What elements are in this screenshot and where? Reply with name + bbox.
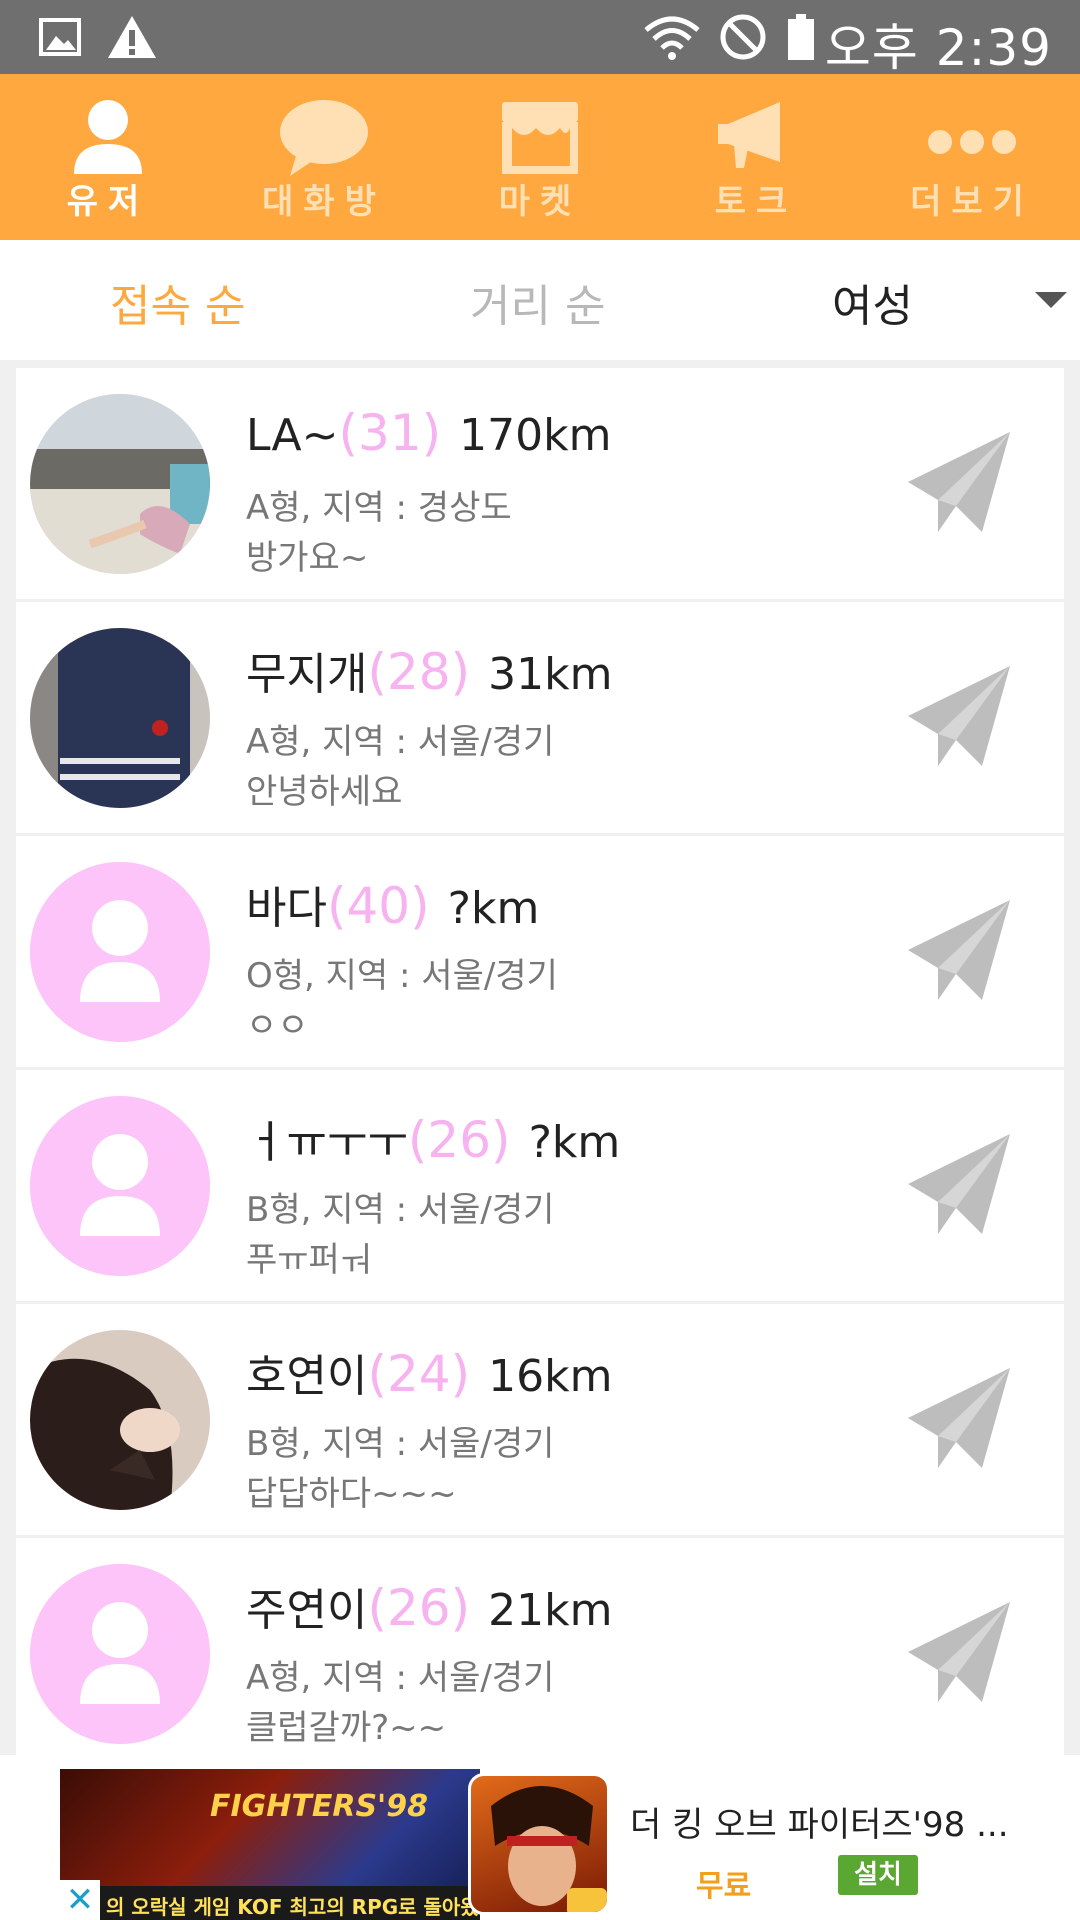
ad-caption: 의 오락실 게임 KOF 최고의 RPG로 돌아왔다 bbox=[60, 1886, 480, 1920]
user-info: O형, 지역 : 서울/경기 bbox=[246, 956, 558, 996]
send-message-icon[interactable] bbox=[898, 1598, 1018, 1708]
user-message: 클럽갈까?~~ bbox=[246, 1708, 447, 1748]
tab-label: 대화방 bbox=[262, 182, 386, 222]
user-info: B형, 지역 : 서울/경기 bbox=[246, 1190, 555, 1230]
user-message: 방가요~ bbox=[246, 538, 369, 578]
user-headline: 무지개(28) 31km bbox=[246, 638, 612, 702]
send-message-icon[interactable] bbox=[898, 1364, 1018, 1474]
user-age: (31) bbox=[338, 404, 442, 462]
status-time: 오후 2:39 bbox=[824, 19, 1052, 77]
wifi-icon bbox=[644, 16, 700, 60]
avatar bbox=[30, 394, 210, 574]
user-distance: ?km bbox=[447, 883, 540, 934]
tab-label: 토크 bbox=[714, 182, 798, 222]
ad-title: 더 킹 오브 파이터즈'98 ... bbox=[630, 1805, 1009, 1845]
avatar bbox=[30, 862, 210, 1042]
user-age: (40) bbox=[326, 877, 430, 935]
ad-install-button[interactable]: 설치 bbox=[838, 1855, 918, 1895]
user-name: 무지개 bbox=[246, 649, 368, 700]
user-message: ㅇㅇ bbox=[246, 1006, 309, 1046]
user-list-item[interactable]: 바다(40) ?km O형, 지역 : 서울/경기 ㅇㅇ bbox=[16, 836, 1064, 1067]
tab-talk[interactable]: 토크 bbox=[648, 74, 864, 240]
user-name: 바다 bbox=[246, 883, 327, 934]
person-icon bbox=[74, 100, 142, 174]
battery-icon bbox=[788, 14, 814, 60]
tab-label: 마켓 bbox=[498, 182, 582, 222]
user-name: 호연이 bbox=[246, 1351, 368, 1402]
user-info: B형, 지역 : 서울/경기 bbox=[246, 1424, 555, 1464]
user-message: 답답하다~~~ bbox=[246, 1474, 457, 1514]
send-message-icon[interactable] bbox=[898, 662, 1018, 772]
ad-app-icon[interactable] bbox=[468, 1773, 610, 1915]
store-icon bbox=[502, 102, 578, 174]
user-headline: LA~(31) 170km bbox=[246, 404, 611, 462]
user-age: (26) bbox=[367, 1579, 471, 1637]
user-list-item[interactable]: ㅓㅠㅜㅜ(26) ?km B형, 지역 : 서울/경기 푸ㅠ퍼ㅝ bbox=[16, 1070, 1064, 1301]
user-name: 주연이 bbox=[246, 1585, 368, 1636]
ad-logo: FIGHTERS'98 bbox=[210, 1789, 428, 1824]
user-headline: 바다(40) ?km bbox=[246, 872, 539, 936]
do-not-disturb-icon bbox=[720, 14, 766, 60]
sort-by-distance-button[interactable]: 거리 순 bbox=[470, 270, 605, 334]
user-headline: ㅓㅠㅜㅜ(26) ?km bbox=[246, 1106, 620, 1170]
top-navigation: 유저 대화방 마켓 토크 더보기 bbox=[0, 74, 1080, 240]
user-headline: 호연이(24) 16km bbox=[246, 1340, 612, 1404]
send-message-icon[interactable] bbox=[898, 1130, 1018, 1240]
send-message-icon[interactable] bbox=[898, 896, 1018, 1006]
default-avatar-icon bbox=[30, 1564, 210, 1744]
ad-image[interactable]: FIGHTERS'98 의 오락실 게임 KOF 최고의 RPG로 돌아왔다 bbox=[60, 1769, 480, 1920]
ad-banner[interactable]: FIGHTERS'98 의 오락실 게임 KOF 최고의 RPG로 돌아왔다 ✕… bbox=[0, 1755, 1080, 1920]
user-age: (26) bbox=[407, 1111, 511, 1169]
sort-by-connection-button[interactable]: 접속 순 bbox=[110, 270, 245, 334]
user-info: A형, 지역 : 서울/경기 bbox=[246, 1658, 555, 1698]
gender-select[interactable]: 여성 bbox=[832, 270, 913, 334]
default-avatar-icon bbox=[30, 1096, 210, 1276]
user-list-item[interactable]: 호연이(24) 16km B형, 지역 : 서울/경기 답답하다~~~ bbox=[16, 1304, 1064, 1535]
user-list-item[interactable]: 무지개(28) 31km A형, 지역 : 서울/경기 안녕하세요 bbox=[16, 602, 1064, 833]
user-message: 푸ㅠ퍼ㅝ bbox=[246, 1240, 372, 1280]
more-dots-icon bbox=[928, 130, 1016, 154]
user-distance: 21km bbox=[488, 1585, 613, 1636]
avatar bbox=[30, 1096, 210, 1276]
tab-label: 더보기 bbox=[910, 182, 1034, 222]
user-distance: ?km bbox=[528, 1117, 621, 1168]
ad-price: 무료 bbox=[696, 1869, 752, 1904]
user-name: LA~ bbox=[246, 410, 339, 461]
user-age: (24) bbox=[367, 1345, 471, 1403]
tab-user[interactable]: 유저 bbox=[0, 74, 216, 240]
app-screen: 오후 2:39 유저 대화방 마켓 토크 더보기 접속 순 거리 순 여성 LA… bbox=[0, 0, 1080, 1920]
avatar bbox=[30, 628, 210, 808]
user-distance: 31km bbox=[488, 649, 613, 700]
default-avatar-icon bbox=[30, 862, 210, 1042]
avatar bbox=[30, 1330, 210, 1510]
user-list: LA~(31) 170km A형, 지역 : 경상도 방가요~ 무지개(28) … bbox=[16, 368, 1064, 1772]
user-age: (28) bbox=[367, 643, 471, 701]
user-message: 안녕하세요 bbox=[246, 772, 403, 812]
warning-icon bbox=[108, 16, 156, 58]
tab-chatroom[interactable]: 대화방 bbox=[216, 74, 432, 240]
user-distance: 170km bbox=[459, 410, 612, 461]
user-list-item[interactable]: LA~(31) 170km A형, 지역 : 경상도 방가요~ bbox=[16, 368, 1064, 599]
user-distance: 16km bbox=[488, 1351, 613, 1402]
dropdown-arrow-icon[interactable] bbox=[1035, 292, 1067, 308]
chat-bubble-icon bbox=[280, 100, 368, 176]
send-message-icon[interactable] bbox=[898, 428, 1018, 538]
avatar bbox=[30, 1564, 210, 1744]
tab-label: 유저 bbox=[66, 182, 150, 222]
image-icon bbox=[39, 18, 81, 56]
user-headline: 주연이(26) 21km bbox=[246, 1574, 612, 1638]
status-bar: 오후 2:39 bbox=[0, 0, 1080, 77]
megaphone-icon bbox=[718, 102, 780, 168]
user-name: ㅓㅠㅜㅜ bbox=[246, 1117, 408, 1168]
filter-bar: 접속 순 거리 순 여성 bbox=[0, 240, 1080, 360]
user-info: A형, 지역 : 경상도 bbox=[246, 488, 512, 528]
tab-more[interactable]: 더보기 bbox=[864, 74, 1080, 240]
ad-close-button[interactable]: ✕ bbox=[60, 1880, 100, 1920]
user-info: A형, 지역 : 서울/경기 bbox=[246, 722, 555, 762]
tab-market[interactable]: 마켓 bbox=[432, 74, 648, 240]
user-list-item[interactable]: 주연이(26) 21km A형, 지역 : 서울/경기 클럽갈까?~~ bbox=[16, 1538, 1064, 1769]
